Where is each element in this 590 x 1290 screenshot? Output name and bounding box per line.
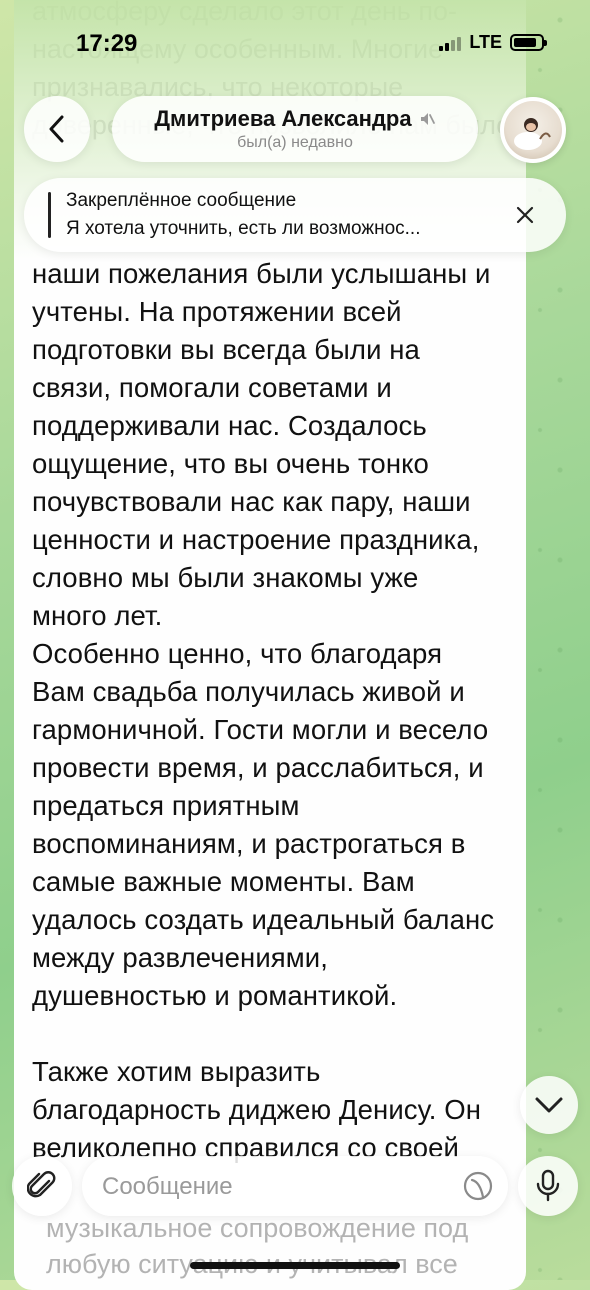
message-text: наши пожелания были услышаны и учтены. Н… <box>32 258 495 1163</box>
paperclip-icon <box>27 1171 56 1198</box>
sticker-icon[interactable] <box>462 1170 494 1202</box>
attach-button[interactable] <box>12 1156 72 1216</box>
close-icon <box>516 206 534 224</box>
chat-status: был(а) недавно <box>237 134 353 151</box>
network-label: LTE <box>469 32 502 52</box>
chat-title-pill[interactable]: Дмитриева Александра был(а) недавно <box>112 96 478 162</box>
chevron-down-icon <box>535 1097 563 1113</box>
pinned-message-banner[interactable]: Закреплённое сообщение Я хотела уточнить… <box>24 178 566 252</box>
microphone-icon <box>536 1169 560 1202</box>
message-input-container[interactable] <box>82 1156 508 1218</box>
status-indicators: LTE <box>439 32 547 53</box>
message-text-scrolled-bottom: музыкальное сопровождение под любую ситу… <box>46 1213 469 1279</box>
status-time: 17:29 <box>76 30 138 57</box>
back-button[interactable] <box>24 96 90 162</box>
pinned-indicator-bar <box>48 192 51 238</box>
pinned-text: Я хотела уточнить, есть ли возможнос... <box>66 218 421 239</box>
signal-icon <box>439 35 462 51</box>
pinned-title: Закреплённое сообщение <box>66 190 297 211</box>
home-indicator[interactable] <box>190 1262 400 1269</box>
avatar[interactable] <box>500 97 566 163</box>
message-input[interactable] <box>100 1156 444 1218</box>
chat-title: Дмитриева Александра <box>154 106 412 131</box>
voice-record-button[interactable] <box>518 1156 578 1216</box>
close-pinned-button[interactable] <box>510 200 540 230</box>
scroll-down-button[interactable] <box>520 1076 578 1134</box>
speaker-muted-icon <box>420 113 435 125</box>
avatar-photo <box>504 101 562 159</box>
chevron-left-icon <box>49 115 64 143</box>
battery-icon <box>510 34 547 51</box>
